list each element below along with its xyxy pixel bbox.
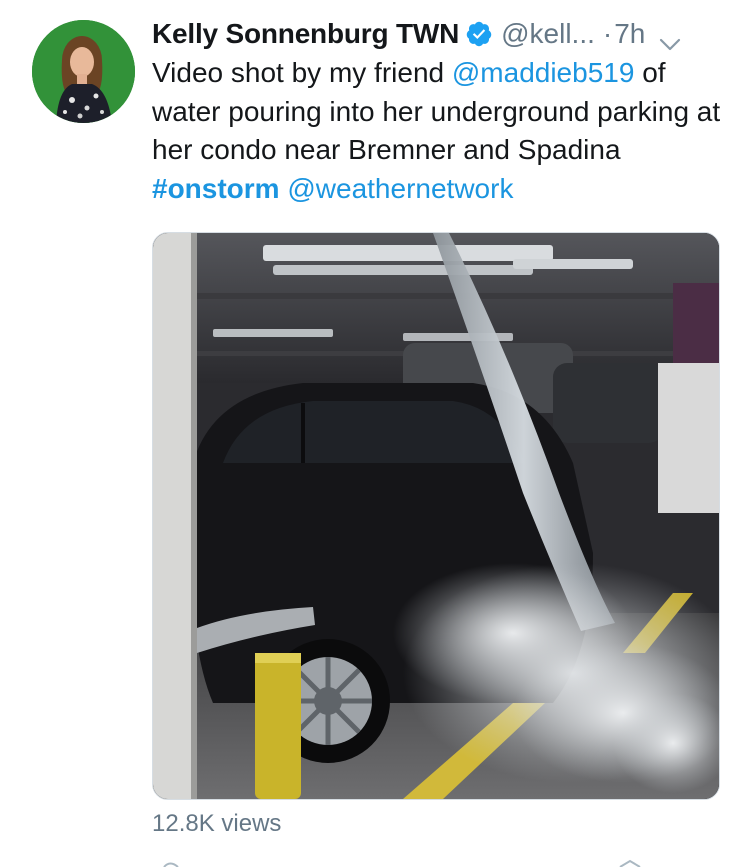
mention-link[interactable]: @maddieb519	[452, 57, 635, 88]
display-name[interactable]: Kelly Sonnenburg TWN	[152, 18, 459, 50]
action-bar-hint	[163, 859, 641, 867]
tweet-card[interactable]: Kelly Sonnenburg TWN @kell... · 7h Video…	[0, 0, 750, 867]
avatar[interactable]	[32, 20, 135, 123]
hashtag-link[interactable]: #onstorm	[152, 173, 280, 204]
separator-dot: ·	[602, 18, 613, 49]
mention-link[interactable]: @weathernetwork	[287, 173, 513, 204]
tweet-header: Kelly Sonnenburg TWN @kell... · 7h	[152, 14, 732, 54]
verified-badge-icon	[465, 20, 493, 48]
timestamp[interactable]: 7h	[614, 18, 645, 50]
user-handle[interactable]: @kell...	[501, 18, 595, 50]
tweet-text-part: Video shot by my friend	[152, 57, 452, 88]
video-player[interactable]	[152, 232, 720, 800]
avatar-image	[32, 20, 135, 123]
chevron-down-icon[interactable]	[659, 27, 681, 51]
video-thumbnail	[153, 233, 719, 799]
view-count: 12.8K views	[152, 810, 282, 837]
tweet-text: Video shot by my friend @maddieb519 of w…	[152, 54, 722, 208]
